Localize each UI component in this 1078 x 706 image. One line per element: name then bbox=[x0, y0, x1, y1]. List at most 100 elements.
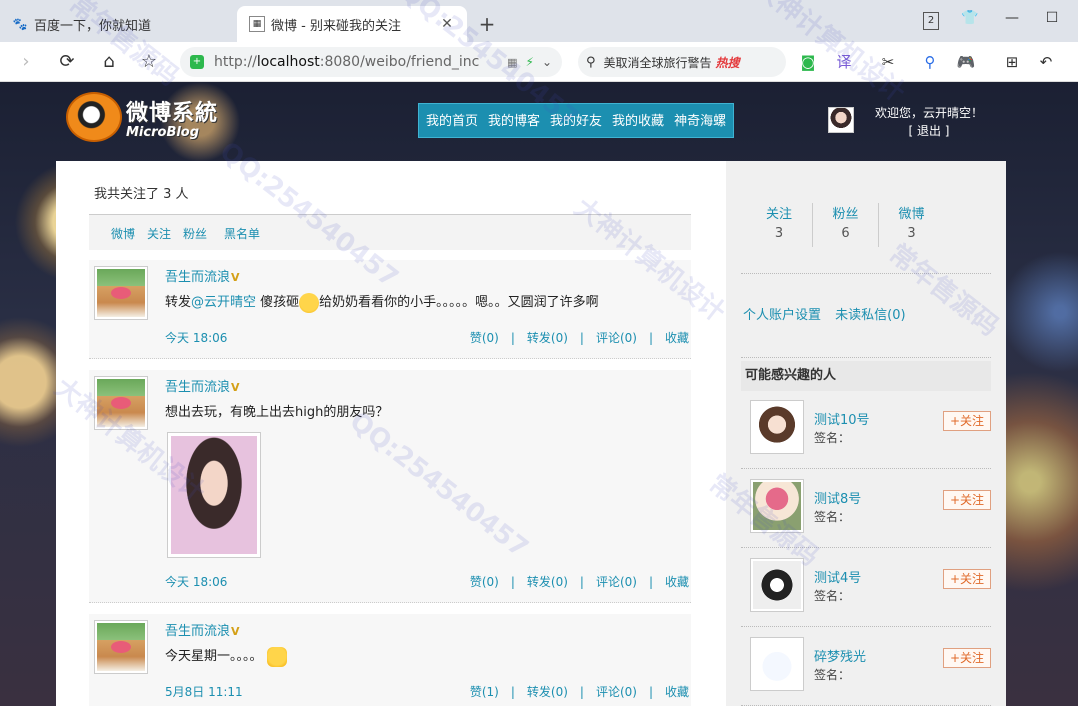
back-icon[interactable]: › bbox=[14, 50, 38, 74]
comment-button[interactable]: 评论(0) bbox=[596, 685, 637, 699]
gamepad-icon[interactable]: 🎮 bbox=[956, 52, 976, 72]
site-favicon-icon: ▦ bbox=[249, 16, 265, 32]
recommended-avatar[interactable] bbox=[750, 479, 804, 533]
post-time[interactable]: 5月8日 11:11 bbox=[165, 683, 243, 700]
shield-icon: + bbox=[190, 55, 204, 69]
maybe-interested-heading: 可能感兴趣的人 bbox=[741, 361, 991, 391]
main-nav: 我的首页 我的博客 我的好友 我的收藏 神奇海螺 bbox=[418, 103, 735, 138]
unread-messages-link[interactable]: 未读私信(0) bbox=[835, 308, 905, 323]
logo-subtitle: MicroBlog bbox=[126, 124, 200, 140]
shirt-icon[interactable]: 👕 bbox=[960, 10, 980, 26]
main-column: 我共关注了 3 人 微博 关注 粉丝 黑名单 吾生而流浪V 转发@云开晴空 傻孩… bbox=[56, 161, 726, 706]
address-bar[interactable]: + http://localhost:8080/weibo/friend_inc… bbox=[180, 47, 562, 77]
home-icon[interactable]: ⌂ bbox=[97, 50, 121, 74]
like-button[interactable]: 赞(0) bbox=[470, 331, 499, 345]
comment-button[interactable]: 评论(0) bbox=[596, 575, 637, 589]
browser-tab-bar: 🐾 百度一下，你就知道 ▦ 微博 - 别来碰我的关注 ✕ + 2 👕 — ☐ bbox=[0, 0, 1078, 42]
author-avatar[interactable] bbox=[94, 266, 148, 320]
account-settings-link[interactable]: 个人账户设置 bbox=[743, 308, 821, 323]
mention-link[interactable]: @云开晴空 bbox=[191, 295, 256, 310]
tab-followers[interactable]: 粉丝 bbox=[183, 225, 207, 242]
logout-link[interactable]: [ 退出 ] bbox=[864, 122, 994, 140]
author-avatar[interactable] bbox=[94, 376, 148, 430]
post-text: 今天星期一。。。。 bbox=[165, 645, 685, 667]
chevron-down-icon[interactable]: ⌄ bbox=[542, 55, 552, 69]
url-text[interactable]: http://localhost:8080/weibo/friend_inc bbox=[214, 54, 507, 70]
follow-count: 我共关注了 3 人 bbox=[94, 187, 189, 202]
qr-icon[interactable]: ▦ bbox=[507, 56, 517, 69]
site-logo[interactable]: 微博系統 MicroBlog bbox=[66, 92, 218, 142]
like-button[interactable]: 赞(0) bbox=[470, 575, 499, 589]
sidebar-links: 个人账户设置 未读私信(0) bbox=[743, 304, 916, 323]
author-name[interactable]: 吾生而流浪V bbox=[165, 620, 240, 639]
minimize-icon[interactable]: — bbox=[1002, 10, 1022, 26]
tab-weibo-posts[interactable]: 微博 bbox=[111, 225, 135, 242]
favorite-button[interactable]: 收藏 bbox=[665, 685, 689, 699]
scissors-icon[interactable]: ✂ bbox=[878, 52, 898, 72]
recommended-avatar[interactable] bbox=[750, 558, 804, 612]
magnifier-icon[interactable]: ⚲ bbox=[920, 52, 940, 72]
user-stats: 关注 3 粉丝 6 微博 3 bbox=[746, 203, 946, 247]
recommended-signature: 签名： bbox=[814, 668, 851, 682]
stat-followers[interactable]: 粉丝 6 bbox=[812, 203, 878, 247]
search-icon: ⚲ bbox=[586, 54, 596, 70]
vip-icon: V bbox=[231, 625, 240, 638]
nav-magic-conch[interactable]: 神奇海螺 bbox=[669, 104, 731, 137]
reload-icon[interactable]: ⟳ bbox=[55, 50, 79, 74]
author-name[interactable]: 吾生而流浪V bbox=[165, 376, 240, 395]
recommended-name[interactable]: 测试4号 bbox=[814, 567, 861, 586]
comment-button[interactable]: 评论(0) bbox=[596, 331, 637, 345]
tab-count-badge[interactable]: 2 bbox=[923, 12, 939, 30]
tab-weibo[interactable]: ▦ 微博 - 别来碰我的关注 ✕ bbox=[237, 6, 467, 42]
recommended-name[interactable]: 测试8号 bbox=[814, 488, 861, 507]
post-image[interactable] bbox=[167, 432, 261, 558]
recommended-avatar[interactable] bbox=[750, 637, 804, 691]
recommended-avatar[interactable] bbox=[750, 400, 804, 454]
recommended-user: 测试10号 签名： +关注 bbox=[741, 391, 991, 469]
nav-friends[interactable]: 我的好友 bbox=[545, 104, 607, 137]
recommended-name[interactable]: 碎梦残光 bbox=[814, 646, 866, 665]
vip-icon: V bbox=[231, 381, 240, 394]
post-text: 转发@云开晴空 傻孩砸 给奶奶看看你的小手。。。。。嗯。。又圆润了许多啊 bbox=[165, 291, 685, 313]
nav-favorites[interactable]: 我的收藏 bbox=[607, 104, 669, 137]
tab-blacklist[interactable]: 黑名单 bbox=[224, 225, 260, 242]
close-icon[interactable]: ✕ bbox=[439, 16, 455, 32]
recommended-user: 测试4号 签名： +关注 bbox=[741, 549, 991, 627]
undo-icon[interactable]: ↶ bbox=[1036, 52, 1056, 72]
author-name[interactable]: 吾生而流浪V bbox=[165, 266, 240, 285]
maximize-icon[interactable]: ☐ bbox=[1042, 10, 1062, 26]
favorite-button[interactable]: 收藏 bbox=[665, 575, 689, 589]
stat-posts[interactable]: 微博 3 bbox=[878, 203, 944, 247]
post-time[interactable]: 今天 18:06 bbox=[165, 329, 227, 346]
follow-button[interactable]: +关注 bbox=[943, 411, 991, 431]
extension-icon[interactable]: ◙ bbox=[798, 52, 818, 72]
repost-button[interactable]: 转发(0) bbox=[527, 331, 568, 345]
nav-blog[interactable]: 我的博客 bbox=[483, 104, 545, 137]
apps-grid-icon[interactable]: ⊞ bbox=[1002, 52, 1022, 72]
eyeball-logo-icon bbox=[66, 92, 122, 142]
translate-icon[interactable]: 译 bbox=[834, 52, 854, 72]
nav-home[interactable]: 我的首页 bbox=[421, 104, 483, 137]
follow-button[interactable]: +关注 bbox=[943, 648, 991, 668]
post-text: 想出去玩，有晚上出去high的朋友吗？ bbox=[165, 405, 389, 420]
favorite-button[interactable]: 收藏 bbox=[665, 331, 689, 345]
follow-button[interactable]: +关注 bbox=[943, 569, 991, 589]
stat-following[interactable]: 关注 3 bbox=[746, 203, 812, 247]
repost-button[interactable]: 转发(0) bbox=[527, 685, 568, 699]
tab-baidu[interactable]: 🐾 百度一下，你就知道 bbox=[0, 6, 236, 42]
star-icon[interactable]: ☆ bbox=[137, 50, 161, 74]
tab-following[interactable]: 关注 bbox=[147, 225, 171, 242]
recommended-name[interactable]: 测试10号 bbox=[814, 409, 870, 428]
author-avatar[interactable] bbox=[94, 620, 148, 674]
repost-button[interactable]: 转发(0) bbox=[527, 575, 568, 589]
user-avatar[interactable] bbox=[828, 107, 854, 133]
post-item: 吾生而流浪V 想出去玩，有晚上出去high的朋友吗？ 今天 18:06 赞(0)… bbox=[89, 370, 691, 603]
search-suggestion[interactable]: 美取消全球旅行警告 bbox=[604, 54, 712, 71]
like-button[interactable]: 赞(1) bbox=[470, 685, 499, 699]
search-box[interactable]: ⚲ 美取消全球旅行警告 热搜 bbox=[578, 47, 786, 77]
follow-button[interactable]: +关注 bbox=[943, 490, 991, 510]
post-time[interactable]: 今天 18:06 bbox=[165, 573, 227, 590]
post-actions: 赞(0) | 转发(0) | 评论(0) | 收藏 bbox=[469, 575, 689, 589]
bolt-icon[interactable]: ⚡ bbox=[526, 55, 534, 69]
new-tab-icon[interactable]: + bbox=[476, 12, 498, 36]
